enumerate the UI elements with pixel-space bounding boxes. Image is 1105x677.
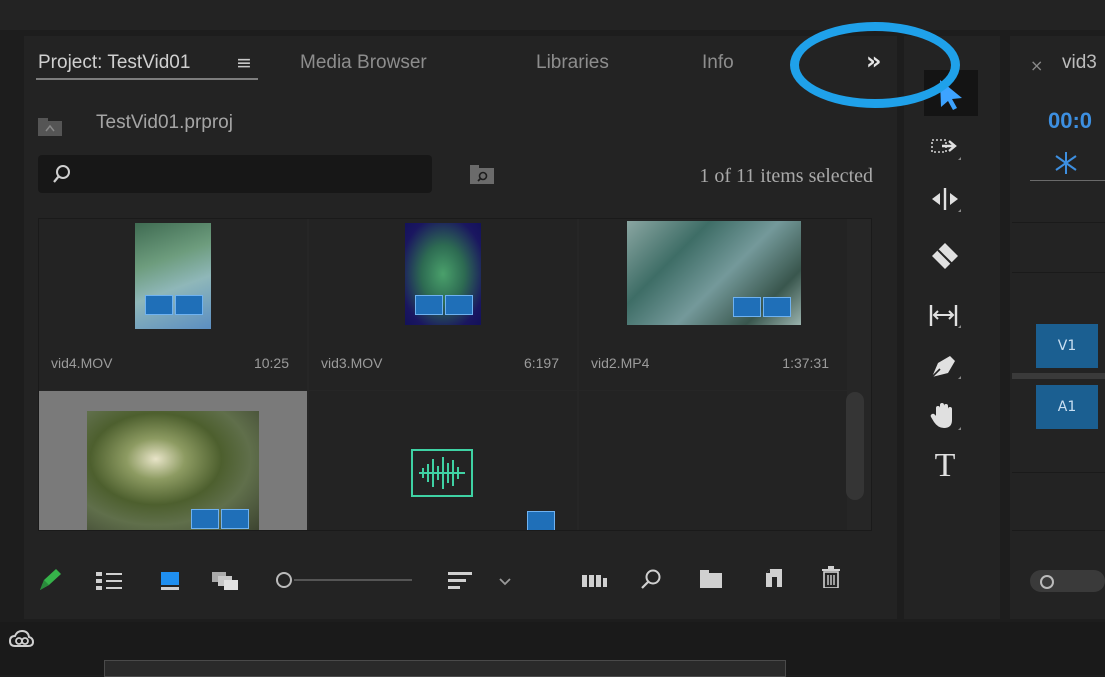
app-top-bar bbox=[0, 0, 1105, 30]
media-item-vid3[interactable]: vid3.MOV 6:197 bbox=[309, 219, 577, 390]
grid-scrollbar[interactable] bbox=[846, 392, 864, 500]
media-item-duration: 6:197 bbox=[523, 355, 559, 371]
hand-tool-button[interactable] bbox=[920, 396, 970, 436]
progress-area bbox=[104, 660, 786, 677]
creative-cloud-icon[interactable] bbox=[8, 628, 35, 654]
slip-tool-button[interactable] bbox=[920, 296, 970, 336]
pencil-icon[interactable] bbox=[36, 566, 64, 598]
tab-project[interactable]: Project: TestVid01 bbox=[38, 52, 190, 74]
list-view-icon[interactable] bbox=[96, 570, 122, 594]
tab-libraries[interactable]: Libraries bbox=[536, 52, 609, 74]
media-item-empty bbox=[579, 391, 847, 530]
media-item-audio[interactable] bbox=[309, 391, 577, 530]
search-input[interactable] bbox=[38, 155, 432, 193]
audio-waveform-icon bbox=[411, 449, 473, 497]
media-item-name: vid4.MOV bbox=[51, 355, 113, 371]
zoom-slider-handle[interactable] bbox=[276, 572, 292, 588]
playhead-timecode[interactable]: 00:0 bbox=[1048, 108, 1092, 134]
trash-icon[interactable] bbox=[822, 566, 840, 592]
ruler-line bbox=[1030, 180, 1105, 181]
track-select-tool-button[interactable] bbox=[920, 128, 970, 168]
tab-media-browser[interactable]: Media Browser bbox=[300, 52, 427, 74]
media-grid: vid4.MOV 10:25 vid3.MOV 6:197 vid2.MP4 1… bbox=[38, 218, 872, 531]
media-item-selected[interactable] bbox=[39, 391, 307, 530]
video-audio-badge-icon bbox=[733, 297, 791, 317]
track-divider bbox=[1012, 272, 1105, 273]
media-item-duration: 1:37:31 bbox=[782, 355, 829, 371]
automate-to-sequence-icon[interactable] bbox=[582, 572, 610, 592]
chevron-down-icon[interactable] bbox=[498, 572, 512, 591]
panel-menu-icon[interactable]: ≡ bbox=[236, 52, 252, 74]
pen-tool-button[interactable] bbox=[920, 346, 970, 386]
selection-count: 1 of 11 items selected bbox=[699, 165, 873, 187]
project-file-name: TestVid01.prproj bbox=[96, 112, 233, 133]
sequence-tab[interactable]: vid3 bbox=[1062, 52, 1097, 74]
find-icon[interactable] bbox=[640, 568, 662, 594]
folder-up-icon[interactable] bbox=[38, 118, 62, 136]
media-item-name: vid3.MOV bbox=[321, 355, 383, 371]
video-audio-badge-icon bbox=[145, 295, 203, 315]
type-tool-button[interactable]: T bbox=[920, 446, 970, 486]
type-tool-glyph: T bbox=[934, 447, 956, 484]
track-splitter[interactable] bbox=[1012, 373, 1105, 379]
snap-icon[interactable] bbox=[1052, 150, 1080, 180]
track-divider bbox=[1012, 222, 1105, 223]
track-v1-target[interactable]: V1 bbox=[1036, 324, 1098, 368]
search-icon bbox=[52, 164, 72, 188]
ripple-edit-tool-button[interactable] bbox=[920, 180, 970, 220]
track-divider bbox=[1012, 530, 1105, 531]
active-tab-underline bbox=[36, 78, 258, 80]
freeform-view-icon[interactable] bbox=[212, 570, 240, 594]
video-audio-badge-icon bbox=[415, 295, 473, 315]
media-item-duration: 10:25 bbox=[253, 355, 289, 371]
highlight-circle bbox=[790, 22, 960, 108]
media-item-vid4[interactable]: vid4.MOV 10:25 bbox=[39, 219, 307, 390]
new-item-icon[interactable] bbox=[764, 568, 784, 592]
icon-view-icon[interactable] bbox=[160, 570, 180, 594]
track-divider bbox=[1012, 472, 1105, 473]
zoom-slider-track[interactable] bbox=[294, 579, 412, 581]
audio-badge-icon bbox=[527, 511, 555, 530]
video-audio-badge-icon bbox=[191, 509, 249, 529]
razor-tool-button[interactable] bbox=[920, 236, 970, 276]
track-a1-target[interactable]: A1 bbox=[1036, 385, 1098, 429]
sort-icon[interactable] bbox=[448, 570, 472, 594]
media-item-vid2[interactable]: vid2.MP4 1:37:31 bbox=[579, 219, 847, 390]
find-in-bin-icon[interactable] bbox=[470, 164, 494, 188]
timeline-zoom-handle[interactable] bbox=[1040, 575, 1054, 589]
media-item-name: vid2.MP4 bbox=[591, 355, 650, 371]
new-bin-icon[interactable] bbox=[700, 570, 722, 592]
close-tab-icon[interactable]: × bbox=[1030, 56, 1043, 75]
tab-info[interactable]: Info bbox=[702, 52, 734, 74]
